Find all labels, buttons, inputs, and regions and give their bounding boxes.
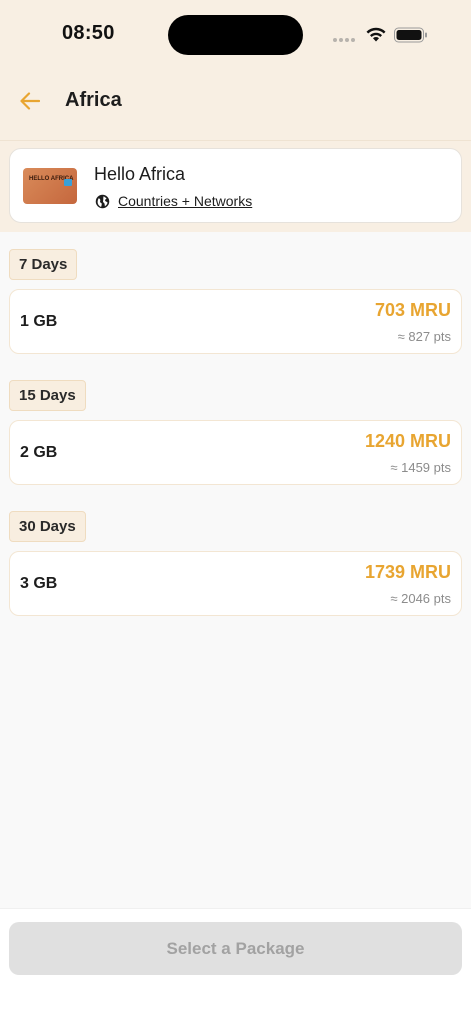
package-option[interactable]: 2 GB 1240 MRU ≈ 1459 pts — [9, 420, 462, 485]
page-title: Africa — [65, 89, 122, 111]
package-price: 1739 MRU — [364, 562, 451, 582]
package-data-amount: 1 GB — [20, 313, 58, 330]
package-price: 703 MRU — [374, 300, 451, 320]
status-time: 08:50 — [62, 22, 115, 44]
cellular-signal-icon — [333, 38, 355, 42]
package-data-amount: 3 GB — [20, 575, 58, 592]
back-button[interactable] — [14, 86, 46, 116]
select-package-button[interactable]: Select a Package — [9, 922, 462, 975]
header-divider — [0, 140, 471, 141]
package-points: ≈ 1459 pts — [390, 460, 451, 475]
status-bar: 08:50 — [0, 0, 471, 60]
back-arrow-icon — [20, 92, 40, 110]
package-list: 7 Days 1 GB 703 MRU ≈ 827 pts 15 Days 2 … — [0, 240, 471, 908]
globe-icon — [95, 194, 110, 209]
package-option[interactable]: 3 GB 1739 MRU ≈ 2046 pts — [9, 551, 462, 616]
wifi-icon — [366, 27, 386, 42]
battery-icon — [394, 27, 427, 43]
header-area: 08:50 Africa HELLO AFRICA Hello Africa C… — [0, 0, 471, 232]
navigation-bar: Africa — [0, 78, 471, 124]
duration-badge: 30 Days — [9, 511, 86, 542]
plan-card: HELLO AFRICA Hello Africa Countries + Ne… — [9, 148, 462, 223]
package-price: 1240 MRU — [364, 431, 451, 451]
plan-name: Hello Africa — [94, 164, 186, 184]
package-points: ≈ 2046 pts — [390, 591, 451, 606]
bottom-action-bar: Select a Package — [0, 908, 471, 1024]
plan-thumbnail: HELLO AFRICA — [23, 168, 77, 204]
package-option[interactable]: 1 GB 703 MRU ≈ 827 pts — [9, 289, 462, 354]
dynamic-island — [168, 15, 303, 55]
package-data-amount: 2 GB — [20, 444, 58, 461]
sim-chip-icon — [64, 179, 72, 186]
package-points: ≈ 827 pts — [397, 329, 451, 344]
duration-badge: 7 Days — [9, 249, 78, 280]
duration-badge: 15 Days — [9, 380, 86, 411]
countries-networks-link[interactable]: Countries + Networks — [118, 193, 252, 209]
